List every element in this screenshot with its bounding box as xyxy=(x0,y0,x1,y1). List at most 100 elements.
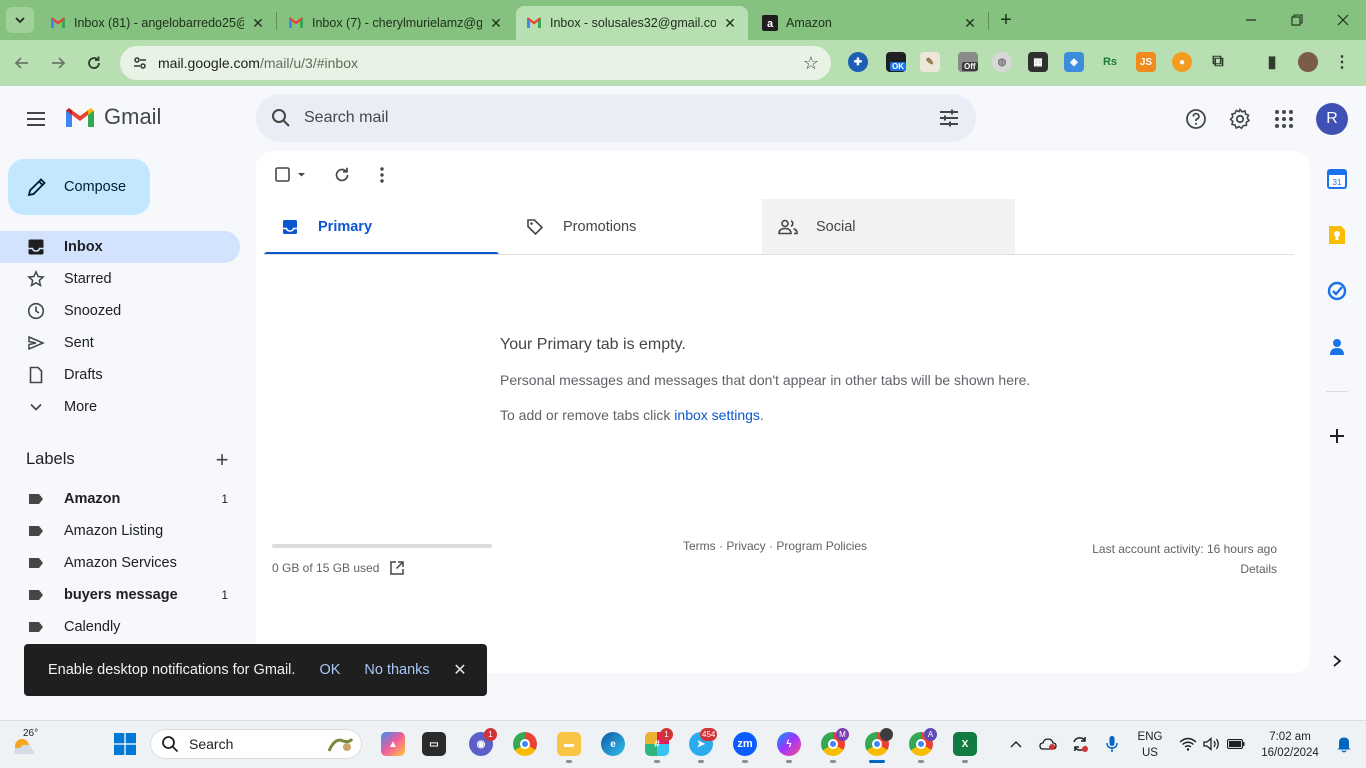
account-avatar[interactable]: R xyxy=(1316,103,1348,135)
open-in-new-icon[interactable] xyxy=(389,560,405,576)
forward-button[interactable] xyxy=(45,50,71,76)
search-icon[interactable] xyxy=(270,107,292,129)
wifi-icon[interactable] xyxy=(1179,735,1197,753)
search-options-icon[interactable] xyxy=(938,107,960,129)
volume-icon[interactable] xyxy=(1203,735,1221,753)
profile-avatar[interactable] xyxy=(1298,52,1318,72)
nav-item-more[interactable]: More xyxy=(0,391,240,423)
notification-bell-icon[interactable] xyxy=(1335,735,1353,753)
new-tab-button[interactable]: + xyxy=(994,9,1018,31)
back-button[interactable] xyxy=(9,50,35,76)
google-keep-icon[interactable] xyxy=(1326,224,1348,246)
nav-item-sent[interactable]: Sent xyxy=(0,327,240,359)
search-bar[interactable] xyxy=(256,94,976,142)
program-policies-link[interactable]: Program Policies xyxy=(776,539,867,553)
extension-icon[interactable]: ◈ xyxy=(1064,52,1084,72)
activity-details-link[interactable]: Details xyxy=(1092,559,1277,579)
extension-icon[interactable]: Rs xyxy=(1100,52,1120,72)
privacy-link[interactable]: Privacy xyxy=(726,539,765,553)
get-addons-plus-icon[interactable] xyxy=(1326,425,1348,447)
chevron-right-icon[interactable] xyxy=(1326,650,1348,672)
browser-tab-2[interactable]: Inbox (7) - cherylmurielamz@g ✕ xyxy=(278,6,514,40)
browser-tab-4[interactable]: a Amazon ✕ xyxy=(752,6,988,40)
label-item[interactable]: Calendly xyxy=(0,611,240,643)
label-item[interactable]: Amazon Services xyxy=(0,547,240,579)
label-item[interactable]: Amazon 1 xyxy=(0,483,240,515)
extension-icon[interactable]: JS xyxy=(1136,52,1156,72)
close-icon[interactable]: ✕ xyxy=(250,15,266,31)
cloud-sync-icon[interactable] xyxy=(1039,735,1057,753)
google-calendar-icon[interactable]: 31 xyxy=(1326,168,1348,190)
taskbar-search[interactable]: Search xyxy=(150,729,362,759)
edge-icon[interactable]: e xyxy=(601,732,625,756)
extension-icon[interactable]: ● xyxy=(1172,52,1192,72)
microphone-icon[interactable] xyxy=(1103,735,1121,753)
add-label-button[interactable]: + xyxy=(212,449,232,471)
label-item[interactable]: Amazon Listing xyxy=(0,515,240,547)
close-window-button[interactable] xyxy=(1328,6,1358,34)
side-panel-icon[interactable]: ▮ xyxy=(1262,52,1282,72)
close-icon[interactable]: ✕ xyxy=(962,15,978,31)
extension-icon[interactable]: ✎ xyxy=(920,52,940,72)
nav-item-inbox[interactable]: Inbox xyxy=(0,231,240,263)
google-contacts-icon[interactable] xyxy=(1326,336,1348,358)
sync-icon[interactable] xyxy=(1071,735,1089,753)
main-menu-button[interactable] xyxy=(20,103,52,135)
system-clock[interactable]: 7:02 am 16/02/2024 xyxy=(1250,729,1330,761)
extension-icon[interactable]: Off xyxy=(958,52,978,72)
extension-icon[interactable]: ✚ xyxy=(848,52,868,72)
gmail-logo[interactable]: Gmail xyxy=(64,104,161,130)
copilot-icon[interactable]: ▲ xyxy=(381,732,405,756)
terms-link[interactable]: Terms xyxy=(683,539,716,553)
nav-item-snoozed[interactable]: Snoozed xyxy=(0,295,240,327)
snackbar-no-thanks-button[interactable]: No thanks xyxy=(364,662,429,678)
excel-icon[interactable]: X xyxy=(953,732,977,756)
tab-social[interactable]: Social xyxy=(762,199,1015,255)
qr-extension-icon[interactable]: ▦ xyxy=(1028,52,1048,72)
close-icon[interactable]: ✕ xyxy=(722,15,738,31)
settings-gear-icon[interactable] xyxy=(1227,106,1253,132)
tab-promotions[interactable]: Promotions xyxy=(509,199,762,255)
close-icon[interactable]: ✕ xyxy=(451,661,469,679)
chrome-icon[interactable] xyxy=(513,732,537,756)
nav-item-starred[interactable]: Starred xyxy=(0,263,240,295)
search-input[interactable] xyxy=(304,109,904,127)
restore-button[interactable] xyxy=(1282,6,1312,34)
nav-item-drafts[interactable]: Drafts xyxy=(0,359,240,391)
bookmark-star-icon[interactable]: ☆ xyxy=(803,53,819,74)
show-hidden-icons-chevron-icon[interactable] xyxy=(1007,735,1025,753)
close-icon[interactable]: ✕ xyxy=(488,15,504,31)
chrome-menu-icon[interactable]: ⋮ xyxy=(1332,52,1352,72)
refresh-icon[interactable] xyxy=(331,164,353,186)
browser-tab-3[interactable]: Inbox - solusales32@gmail.com ✕ xyxy=(516,6,748,40)
extension-icon[interactable]: OK xyxy=(886,52,906,72)
tab-primary[interactable]: Primary xyxy=(264,199,499,255)
label-item[interactable]: buyers message 1 xyxy=(0,579,240,611)
battery-icon[interactable] xyxy=(1227,735,1245,753)
inbox-settings-link[interactable]: inbox settings xyxy=(674,407,760,423)
more-options-icon[interactable] xyxy=(371,164,393,186)
tab-search-button[interactable] xyxy=(6,7,34,33)
weather-widget[interactable]: 26° xyxy=(10,728,40,758)
minimize-button[interactable] xyxy=(1236,6,1266,34)
messenger-icon[interactable]: ϟ xyxy=(777,732,801,756)
clock-time: 7:02 am xyxy=(1269,731,1311,743)
apps-grid-icon[interactable] xyxy=(1271,106,1297,132)
globe-extension-icon[interactable]: ◍ xyxy=(992,52,1012,72)
address-bar[interactable]: mail.google.com/mail/u/3/#inbox ☆ xyxy=(120,46,831,80)
snackbar-ok-button[interactable]: OK xyxy=(319,662,340,678)
reload-button[interactable] xyxy=(81,50,107,76)
help-icon[interactable] xyxy=(1183,106,1209,132)
task-view-icon[interactable]: ▭ xyxy=(422,732,446,756)
compose-button[interactable]: Compose xyxy=(8,159,150,215)
input-language[interactable]: ENG US xyxy=(1134,729,1166,761)
extensions-puzzle-icon[interactable]: ⧉ xyxy=(1208,52,1228,72)
zoom-icon[interactable]: zm xyxy=(733,732,757,756)
nav-item-label: Sent xyxy=(64,335,94,351)
windows-start-icon[interactable] xyxy=(113,732,137,756)
site-info-icon[interactable] xyxy=(130,53,150,73)
file-explorer-icon[interactable]: ▬ xyxy=(557,732,581,756)
google-tasks-icon[interactable] xyxy=(1326,280,1348,302)
browser-tab-1[interactable]: Inbox (81) - angelobarredo25@ ✕ xyxy=(40,6,276,40)
select-checkbox[interactable] xyxy=(272,164,312,186)
